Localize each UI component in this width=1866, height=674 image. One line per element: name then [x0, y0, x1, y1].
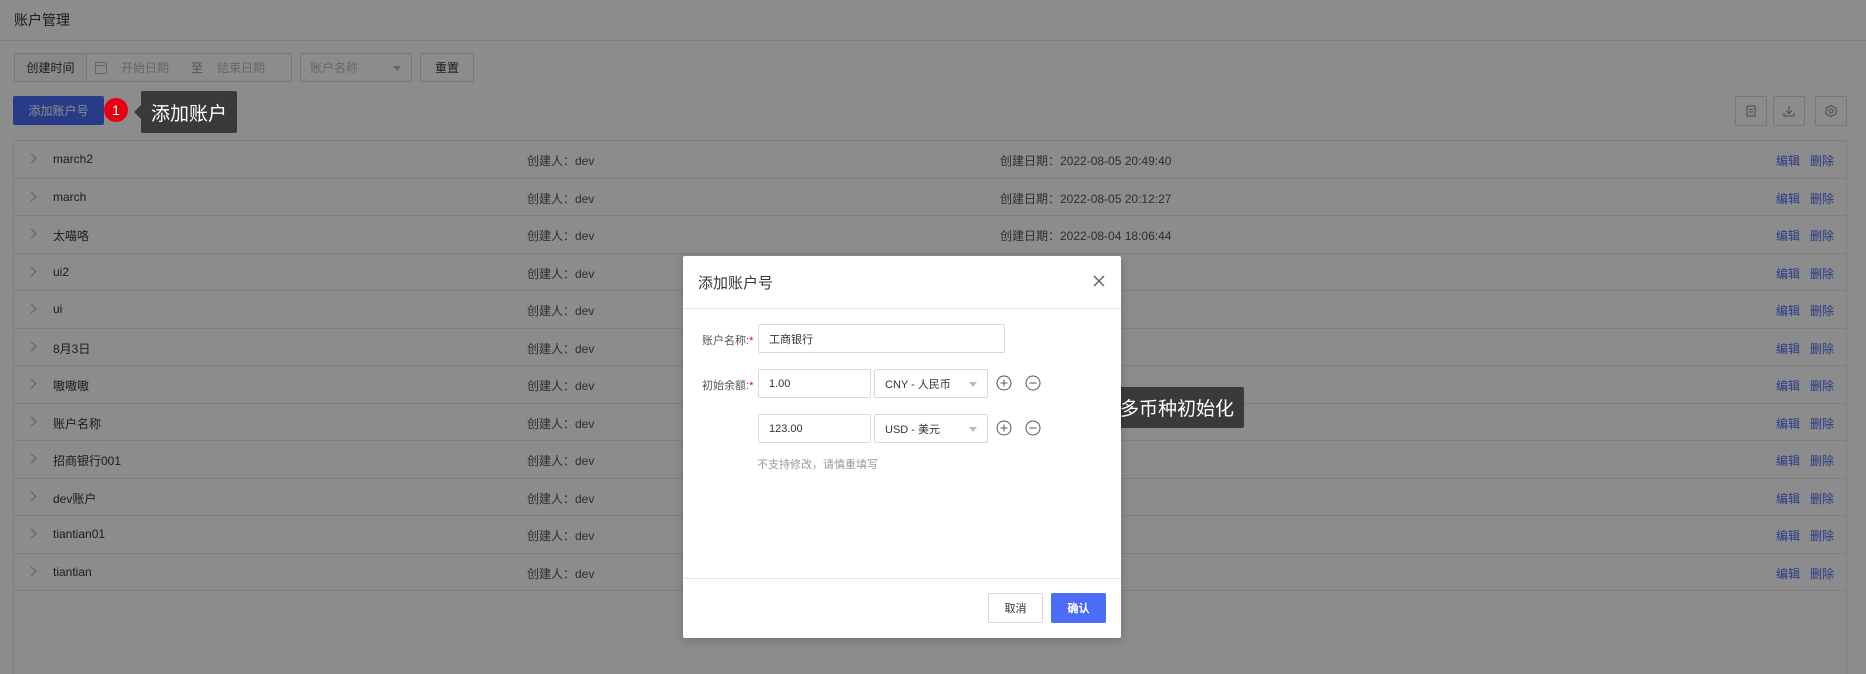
add-account-modal: 添加账户号 账户名称:* 工商银行 初始余额:* 1.00 CNY - 人民币 … [683, 256, 1121, 638]
modal-header-divider [683, 308, 1121, 309]
currency-select-2[interactable]: USD - 美元 [874, 414, 988, 443]
remove-currency-icon[interactable] [1025, 420, 1041, 436]
balance-hint: 不支持修改，请慎重填写 [757, 459, 878, 471]
account-name-label-text: 账户名称: [702, 335, 750, 347]
remove-currency-icon[interactable] [1025, 375, 1041, 391]
callout-add-account: 添加账户 [133, 91, 238, 133]
balance-amount-input-2[interactable]: 123.00 [758, 414, 871, 443]
initial-balance-label: 初始余额:* [702, 377, 753, 393]
required-mark: * [749, 380, 754, 392]
callout-badge-1: 1 [104, 98, 128, 122]
add-currency-icon[interactable] [996, 375, 1012, 391]
currency-select-2-value: USD - 美元 [885, 423, 940, 436]
required-mark: * [749, 335, 754, 347]
modal-title: 添加账户号 [698, 275, 774, 292]
initial-balance-label-text: 初始余额: [702, 380, 750, 392]
close-icon[interactable] [1091, 273, 1107, 289]
cancel-button[interactable]: 取消 [988, 593, 1043, 623]
add-currency-icon[interactable] [996, 420, 1012, 436]
account-name-label: 账户名称:* [702, 332, 753, 348]
account-name-input[interactable]: 工商银行 [758, 324, 1005, 353]
modal-footer-divider [683, 578, 1121, 579]
confirm-button[interactable]: 确认 [1051, 593, 1106, 623]
currency-select-1[interactable]: CNY - 人民币 [874, 369, 988, 398]
currency-select-1-value: CNY - 人民币 [885, 378, 951, 391]
chevron-down-icon [969, 427, 977, 432]
chevron-down-icon [969, 382, 977, 387]
balance-amount-input-1[interactable]: 1.00 [758, 369, 871, 398]
